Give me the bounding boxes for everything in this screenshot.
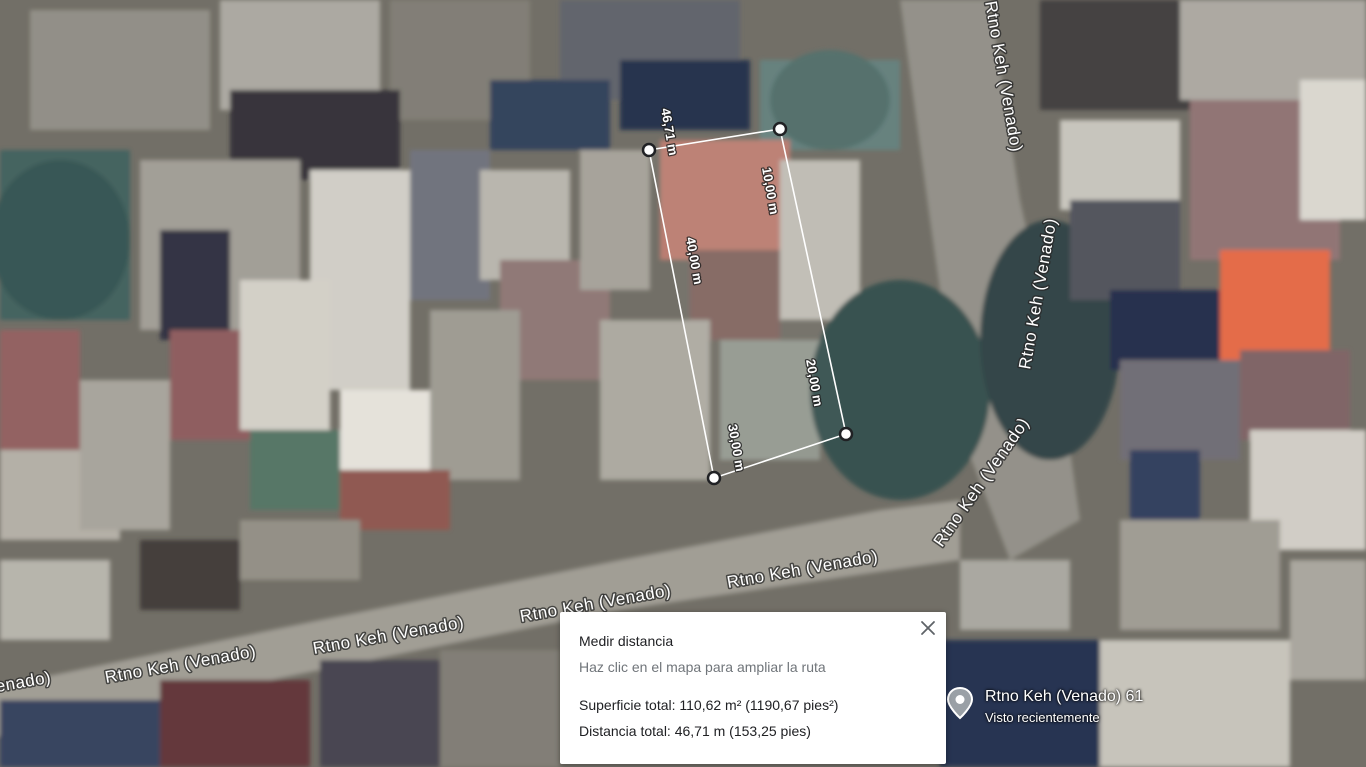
- measure-point[interactable]: [772, 121, 788, 137]
- location-pin-icon[interactable]: [944, 686, 976, 720]
- place-name[interactable]: Rtno Keh (Venado) 61: [985, 688, 1143, 706]
- total-distance: Distancia total: 46,71 m (153,25 pies): [579, 723, 811, 739]
- total-area: Superficie total: 110,62 m² (1190,67 pie…: [579, 697, 839, 713]
- measure-point[interactable]: [838, 426, 854, 442]
- panel-title: Medir distancia: [579, 633, 674, 649]
- measure-distance-panel: Medir distancia Haz clic en el mapa para…: [560, 612, 946, 764]
- measure-point[interactable]: [641, 142, 657, 158]
- panel-hint: Haz clic en el mapa para ampliar la ruta: [579, 659, 826, 675]
- place-subtitle: Visto recientemente: [985, 710, 1100, 725]
- close-icon[interactable]: [916, 616, 940, 640]
- measure-point[interactable]: [706, 470, 722, 486]
